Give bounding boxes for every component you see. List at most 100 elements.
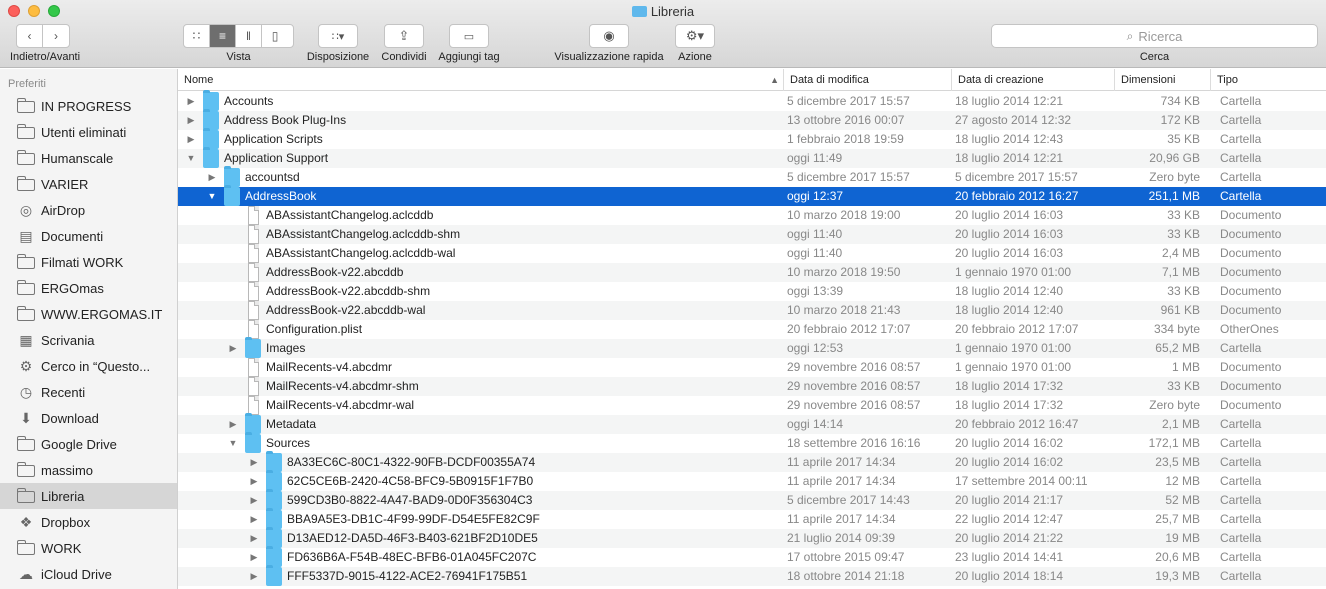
table-row[interactable]: ▶ Metadata oggi 14:14 20 febbraio 2012 16:4…	[178, 413, 1326, 434]
file-size: 25,7 MB	[1155, 512, 1200, 526]
disclosure-expanded-icon[interactable]: ▼	[228, 434, 238, 453]
file-kind: Cartella	[1220, 113, 1262, 127]
disclosure-collapsed-icon[interactable]: ▶	[249, 529, 259, 548]
disclosure-expanded-icon[interactable]: ▼	[186, 149, 196, 168]
search-input[interactable]: ⌕ Ricerca	[991, 24, 1318, 48]
sidebar-item[interactable]: Filmati WORK	[0, 249, 177, 275]
column-size[interactable]: Dimensioni	[1114, 69, 1210, 91]
back-button[interactable]: ‹	[17, 25, 43, 47]
sidebar-item[interactable]: Humanscale	[0, 145, 177, 171]
sidebar-item[interactable]: WWW.ERGOMAS.IT	[0, 301, 177, 327]
date-modified: 11 aprile 2017 14:34	[787, 474, 896, 488]
table-row[interactable]: ▶ FD636B6A-F54B-48EC-BFB6-01A045FC207C 17 …	[178, 546, 1326, 567]
table-row[interactable]: ▶ Application Scripts 1 febbraio 2018 19:5…	[178, 128, 1326, 149]
sidebar-item[interactable]: ☁ iCloud Drive	[0, 561, 177, 587]
table-row[interactable]: ▶ Address Book Plug-Ins 13 ottobre 2016 00…	[178, 109, 1326, 130]
sidebar-item[interactable]: VARIER	[0, 171, 177, 197]
date-created: 22 luglio 2014 12:47	[955, 512, 1064, 526]
date-created: 18 luglio 2014 17:32	[955, 379, 1064, 393]
table-row[interactable]: ▶ D13AED12-DA5D-46F3-B403-621BF2D10DE5 21 …	[178, 527, 1326, 548]
cloud-icon: ☁	[19, 566, 33, 582]
sidebar-item-label: Google Drive	[41, 436, 117, 452]
date-created: 20 febbraio 2012 16:47	[955, 417, 1079, 431]
column-view-button[interactable]: ‖	[236, 25, 262, 47]
table-row[interactable]: ABAssistantChangelog.aclcddb-shm oggi 11:…	[178, 225, 1326, 244]
quick-look-button[interactable]: ◉	[589, 24, 629, 48]
table-row[interactable]: ABAssistantChangelog.aclcddb-wal oggi 11:…	[178, 244, 1326, 263]
column-created[interactable]: Data di creazione	[951, 69, 1114, 91]
disclosure-collapsed-icon[interactable]: ▶	[186, 92, 196, 111]
date-modified: 18 settembre 2016 16:16	[787, 436, 921, 450]
list-view-button[interactable]: ≡	[210, 25, 236, 47]
table-row[interactable]: ▶ Images oggi 12:53 1 gennaio 1970 01:00 65,…	[178, 337, 1326, 358]
sidebar-item[interactable]: ❖ Dropbox	[0, 509, 177, 535]
sidebar-item[interactable]: ERGOmas	[0, 275, 177, 301]
sidebar-item[interactable]: Libreria	[0, 483, 177, 509]
table-row[interactable]: ▼ Application Support oggi 11:49 18 luglio …	[178, 147, 1326, 168]
table-row[interactable]: ▼ Sources 18 settembre 2016 16:16 20 luglio…	[178, 432, 1326, 453]
table-row[interactable]: ▶ BBA9A5E3-DB1C-4F99-99DF-D54E5FE82C9F 11 …	[178, 508, 1326, 529]
sidebar-item[interactable]: Utenti eliminati	[0, 119, 177, 145]
table-row[interactable]: ▶ Accounts 5 dicembre 2017 15:57 18 luglio …	[178, 90, 1326, 111]
disclosure-collapsed-icon[interactable]: ▶	[249, 510, 259, 529]
document-icon	[248, 301, 259, 320]
action-label: Azione	[678, 51, 712, 63]
file-size: 20,96 GB	[1149, 151, 1200, 165]
disclosure-collapsed-icon[interactable]: ▶	[249, 548, 259, 567]
add-tag-button[interactable]: ▭	[449, 24, 489, 48]
table-row[interactable]: Configuration.plist 20 febbraio 2012 17:0…	[178, 320, 1326, 339]
sidebar-item[interactable]: ◎ AirDrop	[0, 197, 177, 223]
sidebar-item[interactable]: IN PROGRESS	[0, 93, 177, 119]
table-row[interactable]: ▶ 599CD3B0-8822-4A47-BAD9-0D0F356304C3 5 d…	[178, 489, 1326, 510]
disclosure-expanded-icon[interactable]: ▼	[207, 187, 217, 206]
table-row[interactable]: ▶ 62C5CE6B-2420-4C58-BFC9-5B0915F1F7B0 11 …	[178, 470, 1326, 491]
sidebar-item[interactable]: ⚙ Cerco in “Questo...	[0, 353, 177, 379]
table-row[interactable]: ▼ AddressBook oggi 12:37 20 febbraio 2012 1…	[178, 185, 1326, 206]
disclosure-collapsed-icon[interactable]: ▶	[249, 491, 259, 510]
column-modified[interactable]: Data di modifica	[783, 69, 951, 91]
date-modified: 10 marzo 2018 19:00	[787, 208, 901, 222]
sidebar-item[interactable]: ◷ Recenti	[0, 379, 177, 405]
disclosure-collapsed-icon[interactable]: ▶	[249, 567, 259, 586]
table-row[interactable]: AddressBook-v22.abcddb-wal 10 marzo 2018 …	[178, 301, 1326, 320]
file-kind: Cartella	[1220, 189, 1262, 203]
sidebar-item[interactable]: massimo	[0, 457, 177, 483]
file-list: Nome ▲ Data di modifica Data di creazion…	[178, 69, 1326, 589]
disclosure-collapsed-icon[interactable]: ▶	[186, 111, 196, 130]
table-row[interactable]: ▶ accountsd 5 dicembre 2017 15:57 5 dicembr…	[178, 166, 1326, 187]
forward-button[interactable]: ›	[43, 25, 69, 47]
sidebar-item[interactable]: ▦ Scrivania	[0, 327, 177, 353]
table-row[interactable]: MailRecents-v4.abcdmr-shm 29 novembre 201…	[178, 377, 1326, 396]
sidebar-item[interactable]: WORK	[0, 535, 177, 561]
sidebar-item[interactable]: ▤ Documenti	[0, 223, 177, 249]
table-row[interactable]: AddressBook-v22.abcddb 10 marzo 2018 19:5…	[178, 263, 1326, 282]
table-row[interactable]: AddressBook-v22.abcddb-shm oggi 13:39 18 l…	[178, 282, 1326, 301]
file-name: ABAssistantChangelog.aclcddb-shm	[266, 227, 461, 241]
date-created: 20 luglio 2014 16:03	[955, 227, 1064, 241]
sidebar-item[interactable]: Google Drive	[0, 431, 177, 457]
table-row[interactable]: ABAssistantChangelog.aclcddb 10 marzo 201…	[178, 206, 1326, 225]
disclosure-collapsed-icon[interactable]: ▶	[249, 453, 259, 472]
arrange-button[interactable]: ∷▾	[318, 24, 358, 48]
disclosure-collapsed-icon[interactable]: ▶	[228, 339, 238, 358]
gallery-view-button[interactable]: ▯	[262, 25, 288, 47]
column-name[interactable]: Nome ▲	[178, 69, 783, 91]
disclosure-collapsed-icon[interactable]: ▶	[228, 415, 238, 434]
action-button[interactable]: ⚙▾	[675, 24, 715, 48]
disclosure-collapsed-icon[interactable]: ▶	[249, 472, 259, 491]
file-name: Address Book Plug-Ins	[224, 113, 347, 127]
sidebar-item[interactable]: ⬇ Download	[0, 405, 177, 431]
date-created: 1 gennaio 1970 01:00	[955, 360, 1072, 374]
table-row[interactable]: ▶ 8A33EC6C-80C1-4322-90FB-DCDF00355A74 11 …	[178, 451, 1326, 472]
table-row[interactable]: MailRecents-v4.abcdmr 29 novembre 2016 08…	[178, 358, 1326, 377]
disclosure-collapsed-icon[interactable]: ▶	[207, 168, 217, 187]
column-kind[interactable]: Tipo	[1210, 69, 1326, 91]
icon-view-button[interactable]: ∷	[184, 25, 210, 47]
disclosure-collapsed-icon[interactable]: ▶	[186, 130, 196, 149]
file-size: 19 MB	[1165, 531, 1200, 545]
file-kind: Documento	[1220, 227, 1282, 241]
share-button[interactable]: ⇪	[384, 24, 424, 48]
table-row[interactable]: MailRecents-v4.abcdmr-wal 29 novembre 201…	[178, 396, 1326, 415]
folder-icon	[631, 6, 647, 17]
table-row[interactable]: ▶ FFF5337D-9015-4122-ACE2-76941F175B51 18 …	[178, 565, 1326, 586]
